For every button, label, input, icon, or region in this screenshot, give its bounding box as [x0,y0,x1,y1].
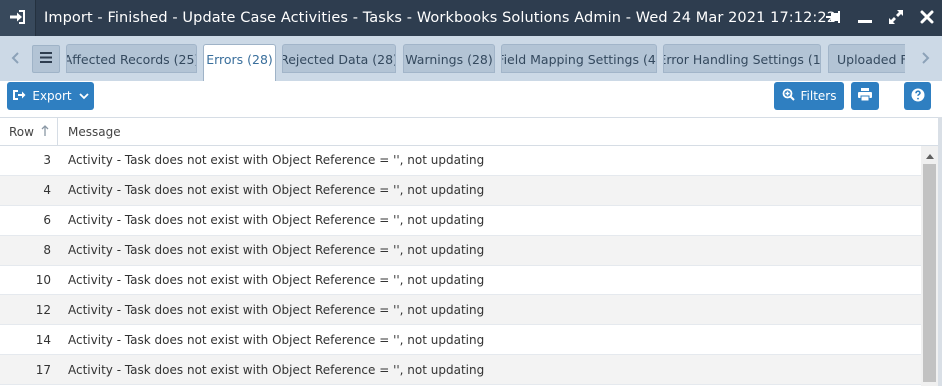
tab-affected-records[interactable]: Affected Records (25) [66,44,197,73]
message-cell: Activity - Task does not exist with Obje… [68,183,485,198]
caret-down-icon [79,89,89,103]
table-row[interactable]: 8 Activity - Task does not exist with Ob… [0,235,921,266]
pin-button[interactable] [818,0,849,36]
grid-rows: 3 Activity - Task does not exist with Ob… [0,146,921,386]
table-row[interactable]: 12 Activity - Task does not exist with O… [0,295,921,326]
filters-button[interactable]: Filters [774,82,844,110]
chevron-left-icon [11,51,21,68]
panel-edge [938,117,942,386]
tab-scroll-left-button[interactable] [3,44,29,74]
minimize-icon [857,10,873,27]
message-cell: Activity - Task does not exist with Obje… [68,273,485,287]
tab-field-mapping-settings[interactable]: Field Mapping Settings (4) [501,44,657,73]
tab-uploaded-files[interactable]: Uploaded Files [828,44,905,73]
tab-list: Affected Records (25) Errors (28) Reject… [66,44,905,81]
export-label: Export [32,89,72,103]
pin-icon [825,10,843,27]
search-plus-icon [782,88,795,104]
row-number-cell: 6 [43,213,51,228]
tab-strip: Affected Records (25) Errors (28) Reject… [0,36,942,81]
row-number-cell: 3 [43,153,51,168]
row-number-cell: 10 [35,273,51,287]
message-cell: Activity - Task does not exist with Obje… [68,332,485,347]
table-row[interactable]: 6 Activity - Task does not exist with Ob… [0,206,921,236]
row-number-cell: 8 [43,243,51,258]
window-title: Import - Finished - Update Case Activiti… [44,10,837,26]
close-icon [920,10,934,27]
export-button[interactable]: Export [7,82,94,110]
app-icon-box[interactable] [0,0,36,36]
table-row[interactable]: 17 Activity - Task does not exist with O… [0,355,921,386]
tab-scroll-right-button[interactable] [912,44,938,74]
print-icon [858,88,872,104]
table-row[interactable]: 3 Activity - Task does not exist with Ob… [0,146,921,176]
question-icon [911,88,925,105]
column-header-row-label: Row [9,125,34,139]
sort-ascending-icon [41,124,49,140]
message-cell: Activity - Task does not exist with Obje… [68,243,485,258]
toolbar: Export Filters [0,81,942,117]
grid-header: Row Message [0,117,942,146]
scrollbar-thumb[interactable] [923,164,936,382]
vertical-scrollbar[interactable] [921,146,938,386]
print-button[interactable] [851,82,879,110]
close-button[interactable] [911,0,942,36]
message-cell: Activity - Task does not exist with Obje… [68,213,485,228]
maximize-button[interactable] [880,0,911,36]
table-row[interactable]: 4 Activity - Task does not exist with Ob… [0,175,921,206]
column-header-row[interactable]: Row [0,118,58,146]
tab-menu-button[interactable] [32,45,60,73]
maximize-icon [888,9,904,28]
minimize-button[interactable] [849,0,880,36]
row-number-cell: 17 [35,362,51,377]
message-cell: Activity - Task does not exist with Obje… [68,153,485,168]
table-row[interactable]: 10 Activity - Task does not exist with O… [0,266,921,296]
tab-errors[interactable]: Errors (28) [203,44,276,81]
tab-rejected-data[interactable]: Rejected Data (28) [282,44,396,73]
help-button[interactable] [904,82,931,110]
errors-grid: Row Message 3 Activity - Task does not e… [0,117,942,386]
title-bar: Import - Finished - Update Case Activiti… [0,0,942,36]
chevron-right-icon [920,51,930,68]
window-actions [818,0,942,36]
message-cell: Activity - Task does not exist with Obje… [68,362,485,377]
triangle-up-icon [925,148,934,162]
scroll-up-button[interactable] [921,146,938,163]
tab-error-handling-settings[interactable]: Error Handling Settings (1) [663,44,821,73]
row-number-cell: 12 [35,302,51,317]
hamburger-icon [40,52,52,66]
sign-in-icon [9,9,27,28]
row-number-cell: 4 [43,183,51,198]
tab-warnings[interactable]: Warnings (28) [403,44,495,73]
message-cell: Activity - Task does not exist with Obje… [68,302,485,317]
filters-label: Filters [800,89,837,103]
table-row[interactable]: 14 Activity - Task does not exist with O… [0,325,921,356]
sign-out-icon [12,89,26,104]
column-header-message[interactable]: Message [59,118,121,146]
row-number-cell: 14 [35,332,51,347]
